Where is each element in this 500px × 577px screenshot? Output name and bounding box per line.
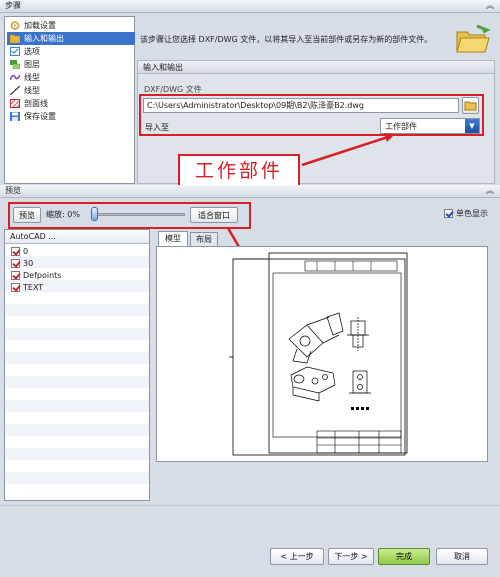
list-stripe — [5, 316, 149, 328]
list-stripe — [5, 448, 149, 460]
layers-list: AutoCAD ... 0 30 Defpoints TEXT — [4, 229, 150, 501]
layer-checkbox[interactable] — [11, 283, 20, 292]
list-stripe — [5, 340, 149, 352]
list-stripe — [5, 412, 149, 424]
back-button[interactable]: < 上一步 — [270, 548, 324, 565]
finish-button[interactable]: 完成 — [378, 548, 430, 565]
list-stripe — [5, 352, 149, 364]
collapse-chevron-icon[interactable]: ︽ — [486, 185, 494, 197]
list-stripe — [5, 436, 149, 448]
list-stripe — [5, 364, 149, 376]
monochrome-toggle[interactable]: 单色显示 — [444, 208, 494, 220]
layers-header-label: AutoCAD ... — [10, 232, 56, 241]
list-stripe — [5, 376, 149, 388]
layer-checkbox[interactable] — [11, 247, 20, 256]
list-stripe — [5, 304, 149, 316]
layers-column-header[interactable]: AutoCAD ... — [5, 230, 149, 244]
layer-name: 30 — [23, 259, 34, 268]
layer-checkbox[interactable] — [11, 259, 20, 268]
layer-row[interactable]: 0 — [11, 246, 28, 258]
list-stripe — [5, 328, 149, 340]
layer-row[interactable]: 30 — [11, 258, 33, 270]
list-stripe — [5, 472, 149, 484]
tab-layout[interactable]: 布局 — [190, 232, 218, 246]
list-stripe — [5, 460, 149, 472]
monochrome-checkbox[interactable] — [444, 209, 453, 218]
tab-model[interactable]: 模型 — [158, 231, 188, 246]
monochrome-label: 单色显示 — [456, 209, 488, 218]
layer-name: 0 — [23, 247, 29, 256]
list-stripe — [5, 388, 149, 400]
annotation-box-preview — [8, 202, 251, 229]
preview-header-label: 预览 — [5, 186, 21, 195]
preview-header: 预览 ︽ — [0, 185, 500, 198]
layer-row[interactable]: Defpoints — [11, 270, 61, 282]
preview-canvas[interactable] — [156, 246, 488, 462]
next-button[interactable]: 下一步 > — [328, 548, 374, 565]
cancel-button[interactable]: 取消 — [436, 548, 488, 565]
layer-checkbox[interactable] — [11, 271, 20, 280]
preview-footer-spacer — [0, 505, 500, 541]
list-stripe — [5, 424, 149, 436]
list-stripe — [5, 484, 149, 496]
layer-row[interactable]: TEXT — [11, 282, 43, 294]
layer-name: Defpoints — [23, 271, 62, 280]
layer-name: TEXT — [23, 283, 44, 292]
cad-drawing-preview — [229, 252, 408, 456]
list-stripe — [5, 400, 149, 412]
